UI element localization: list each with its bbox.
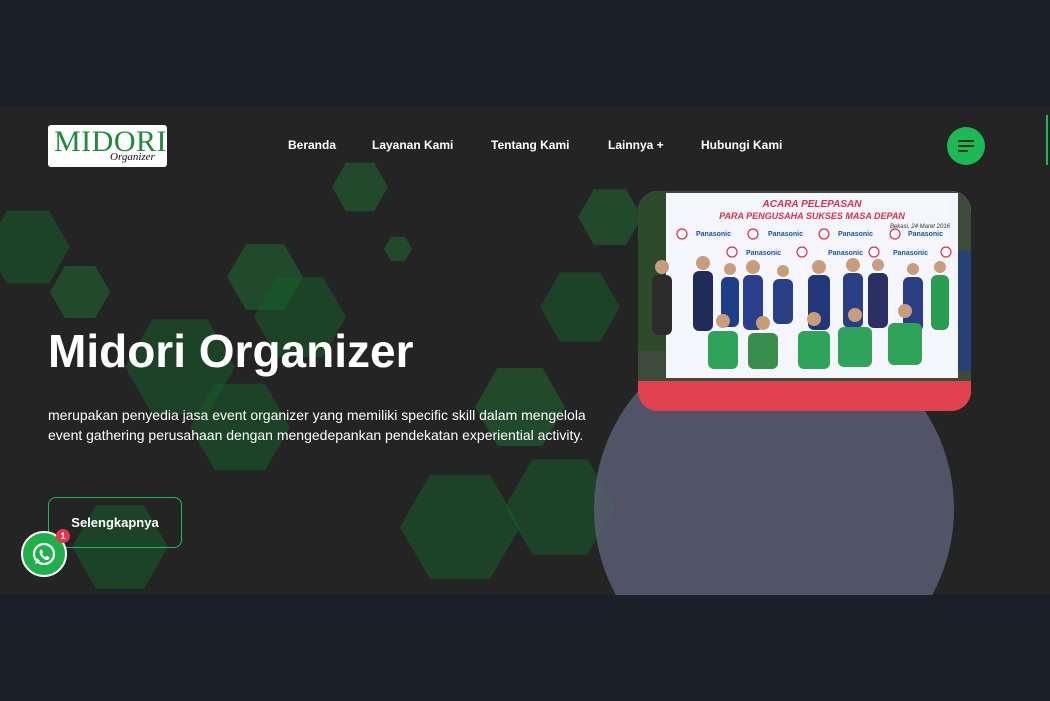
banner-line1: ACARA PELEPASAN: [762, 199, 863, 210]
menu-button[interactable]: [947, 127, 985, 165]
nav-beranda[interactable]: Beranda: [288, 137, 336, 153]
nav-tentang-kami[interactable]: Tentang Kami: [491, 137, 569, 153]
sponsor-logo: Panasonic: [893, 250, 928, 257]
midori-logo[interactable]: MIDORI Organizer: [48, 125, 167, 167]
sponsor-logo: Panasonic: [768, 231, 803, 238]
sponsor-logo: Panasonic: [838, 231, 873, 238]
hero-description: merupakan penyedia jasa event organizer …: [48, 407, 586, 443]
logo-subtext: Organizer: [110, 151, 155, 163]
banner-date: Bekasi, 24 Maret 2016: [890, 224, 951, 230]
hero-section: MIDORI Organizer Beranda Layanan Kami Te…: [0, 107, 1050, 595]
nav-hubungi-kami[interactable]: Hubungi Kami: [701, 137, 782, 153]
banner-line2: PARA PENGUSAHA SUKSES MASA DEPAN: [719, 211, 905, 221]
sponsor-logo: Panasonic: [696, 231, 731, 238]
site-header: MIDORI Organizer Beranda Layanan Kami Te…: [0, 107, 1050, 187]
nav-layanan-kami[interactable]: Layanan Kami: [372, 137, 453, 153]
sponsor-logo: Panasonic: [746, 250, 781, 257]
hamburger-icon-line: [958, 150, 968, 152]
hero-photo: ACARA PELEPASAN PARA PENGUSAHA SUKSES MA…: [638, 191, 971, 411]
sponsor-logo: Panasonic: [908, 231, 943, 238]
scroll-indicator: [1046, 115, 1048, 165]
hamburger-icon: [958, 140, 974, 142]
notification-badge: 1: [56, 529, 70, 543]
event-photo-illustration: ACARA PELEPASAN PARA PENGUSAHA SUKSES MA…: [638, 191, 971, 411]
nav-lainnya[interactable]: Lainnya +: [608, 137, 664, 153]
hamburger-icon-line: [958, 145, 974, 147]
sponsor-logo: Panasonic: [828, 250, 863, 257]
page-title: Midori Organizer: [48, 325, 414, 377]
